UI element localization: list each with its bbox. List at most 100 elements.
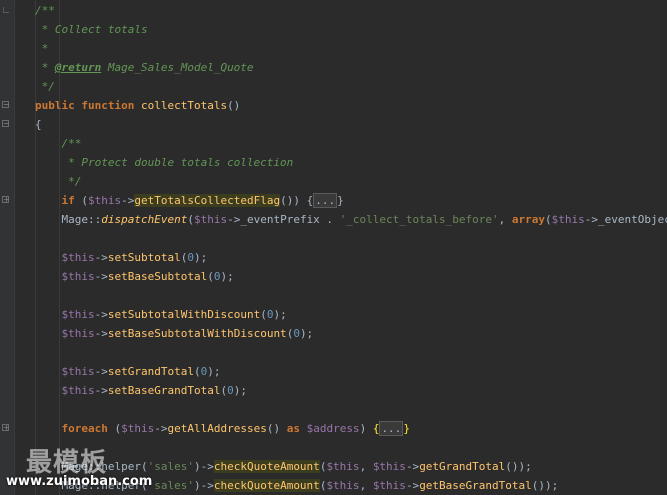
code-token: $this (551, 213, 585, 226)
code-token: ); (193, 251, 208, 264)
code-line[interactable]: − public function collectTotals() (0, 96, 667, 115)
code-token: 0 (227, 384, 234, 397)
code-token: ); (273, 308, 287, 321)
code-line[interactable]: /** (0, 134, 667, 153)
code-line[interactable]: −{ (0, 115, 667, 134)
code-token: if (61, 194, 82, 207)
code-token: )-> (193, 479, 214, 492)
code-line[interactable]: $this->setSubtotal(0); (0, 248, 667, 267)
code-text: * Protect double totals collection (35, 153, 293, 172)
code-token: $this (61, 327, 95, 340)
code-token: -> (94, 308, 108, 321)
code-line[interactable]: * @return Mage_Sales_Model_Quote (0, 58, 667, 77)
code-line[interactable]: + foreach ($this->getAllAddresses() as $… (0, 419, 667, 438)
code-token: $this (61, 365, 95, 378)
code-token: $address (306, 422, 360, 435)
code-token: dispatchEvent (101, 213, 188, 226)
code-token: )-> (193, 460, 214, 473)
code-token: checkQuoteAmount (213, 460, 320, 473)
code-token: -> (121, 194, 135, 207)
code-token: $this (326, 460, 360, 473)
code-text: $this->setGrandTotal(0); (35, 362, 221, 381)
code-token: -> (94, 270, 108, 283)
code-line[interactable]: $this->setBaseSubtotal(0); (0, 267, 667, 286)
code-token: ); (207, 365, 221, 378)
code-line[interactable] (0, 229, 667, 248)
code-token: ( (545, 213, 552, 226)
code-token: /** (61, 137, 82, 150)
code-line[interactable]: * (0, 39, 667, 58)
code-text: if ($this->getTotalsCollectedFlag()) {..… (35, 191, 344, 210)
code-line[interactable]: * Protect double totals collection (0, 153, 667, 172)
code-text: $this->setBaseSubtotal(0); (35, 267, 234, 286)
code-token: ->_eventPrefix . (227, 213, 340, 226)
code-token: setSubtotal (107, 251, 181, 264)
fold-collapse-icon[interactable]: − (2, 101, 10, 109)
fold-expand-icon[interactable]: + (2, 424, 10, 432)
code-token: -> (94, 384, 108, 397)
code-token: */ (61, 175, 82, 188)
code-token: () (266, 422, 287, 435)
fold-end-icon[interactable] (3, 7, 9, 13)
code-text: $this->setBaseGrandTotal(0); (35, 381, 247, 400)
code-token: ( (207, 270, 214, 283)
code-token: -> (405, 479, 420, 492)
code-token: 0 (293, 327, 300, 340)
code-token: getTotalsCollectedFlag (134, 194, 281, 207)
code-text: */ (35, 172, 81, 191)
code-token: $this (61, 384, 95, 397)
code-token: setBaseSubtotalWithDiscount (107, 327, 287, 340)
code-text: * @return Mage_Sales_Model_Quote (35, 58, 254, 77)
code-token: $this (88, 194, 122, 207)
code-token: collectTotals (140, 99, 228, 112)
fold-expand-icon[interactable]: + (2, 196, 10, 204)
code-line[interactable]: + if ($this->getTotalsCollectedFlag()) {… (0, 191, 667, 210)
code-token: checkQuoteAmount (213, 479, 320, 492)
code-token: , (359, 479, 373, 492)
code-text: { (35, 115, 42, 134)
code-token: 'sales' (147, 460, 194, 473)
code-text: /** (35, 1, 55, 20)
code-token: @return (54, 61, 102, 74)
code-line[interactable]: */ (0, 172, 667, 191)
watermark: 最模板 www.zuimoban.com (4, 440, 154, 492)
code-token: 'sales' (147, 479, 194, 492)
code-token: , (498, 213, 512, 226)
code-line[interactable]: $this->setBaseGrandTotal(0); (0, 381, 667, 400)
code-text: /** (35, 134, 82, 153)
code-token: ); (220, 270, 234, 283)
code-token[interactable]: ... (313, 193, 338, 208)
code-token[interactable]: ... (379, 421, 404, 436)
code-line[interactable]: $this->setBaseSubtotalWithDiscount(0); (0, 324, 667, 343)
code-line[interactable] (0, 400, 667, 419)
code-token: ( (187, 213, 194, 226)
code-token: ()) { (280, 194, 314, 207)
fold-collapse-icon[interactable]: − (2, 120, 10, 128)
code-token: array (511, 213, 546, 226)
code-text: * Collect totals (35, 20, 148, 39)
code-line[interactable]: Mage::dispatchEvent($this->_eventPrefix … (0, 210, 667, 229)
code-token: public (35, 99, 82, 112)
code-token: ) (359, 422, 373, 435)
code-text: Mage::dispatchEvent($this->_eventPrefix … (35, 210, 667, 229)
code-line[interactable] (0, 343, 667, 362)
code-token: -> (94, 327, 108, 340)
code-line[interactable]: $this->setGrandTotal(0); (0, 362, 667, 381)
code-token: -> (405, 460, 420, 473)
code-line[interactable]: $this->setSubtotalWithDiscount(0); (0, 305, 667, 324)
code-line[interactable]: */ (0, 77, 667, 96)
code-line[interactable]: /** (0, 1, 667, 20)
code-token: $this (372, 479, 406, 492)
code-token: ); (299, 327, 314, 340)
code-token: $this (193, 213, 228, 226)
code-token: $this (372, 460, 406, 473)
code-token: -> (94, 365, 108, 378)
code-token: setBaseSubtotal (107, 270, 208, 283)
code-line[interactable]: * Collect totals (0, 20, 667, 39)
code-line[interactable] (0, 286, 667, 305)
